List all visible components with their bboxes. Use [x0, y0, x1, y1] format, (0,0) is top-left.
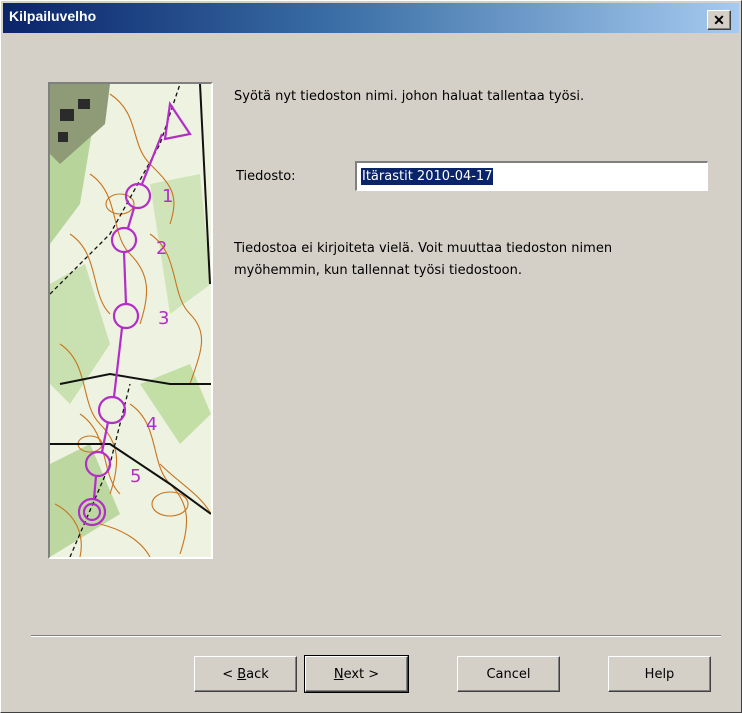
intro-text: Syötä nyt tiedoston nimi. johon haluat t…	[234, 89, 585, 104]
next-rest: ext >	[343, 666, 380, 682]
control-number-5: 5	[130, 466, 141, 487]
window-title: Kilpailuvelho	[9, 8, 97, 24]
title-bar[interactable]: Kilpailuvelho ✕	[3, 3, 739, 33]
control-number-4: 4	[146, 414, 157, 435]
wizard-window: Kilpailuvelho ✕ 1 2 3 4 5 Syötä nyt tied…	[0, 0, 742, 713]
file-name-value[interactable]: Itärastit 2010-04-17	[361, 168, 494, 185]
note-text: Tiedostoa ei kirjoiteta vielä. Voit muut…	[234, 238, 714, 282]
button-separator	[31, 635, 721, 637]
file-name-input[interactable]: Itärastit 2010-04-17	[355, 161, 708, 191]
close-icon: ✕	[713, 12, 725, 28]
control-number-1: 1	[162, 186, 173, 207]
cancel-label: Cancel	[486, 666, 531, 682]
orienteering-map-image: 1 2 3 4 5	[48, 82, 213, 559]
next-accel: N	[333, 666, 344, 682]
control-number-2: 2	[156, 238, 167, 259]
back-rest: ack	[246, 666, 269, 682]
cancel-button[interactable]: Cancel	[457, 656, 560, 692]
next-button[interactable]: Next >	[304, 655, 409, 693]
back-accel: B	[237, 666, 247, 682]
control-number-3: 3	[158, 308, 169, 329]
help-label: Help	[644, 666, 675, 682]
help-button[interactable]: Help	[608, 656, 711, 692]
file-label: Tiedosto:	[236, 169, 296, 184]
note-line-1: Tiedostoa ei kirjoiteta vielä. Voit muut…	[234, 241, 613, 256]
note-line-2: myöhemmin, kun tallennat työsi tiedostoo…	[234, 263, 523, 278]
back-prefix: <	[222, 666, 238, 682]
close-button[interactable]: ✕	[707, 10, 731, 30]
back-button[interactable]: < Back	[194, 656, 297, 692]
